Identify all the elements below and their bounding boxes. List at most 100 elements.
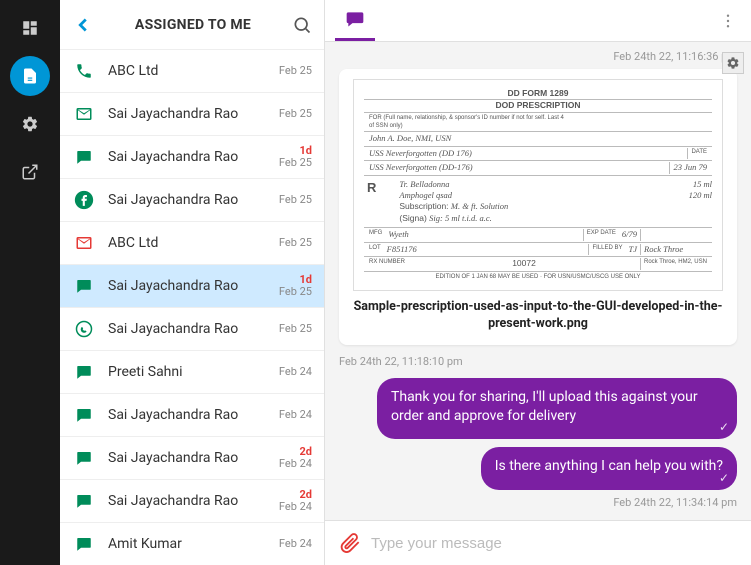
conversation-date: Feb 24 — [279, 458, 312, 470]
sms-icon — [72, 403, 96, 427]
conversation-list: ABC LtdFeb 25Sai Jayachandra RaoFeb 25Sa… — [60, 50, 324, 565]
conversation-item[interactable]: Amit KumarFeb 24 — [60, 523, 324, 565]
email-icon — [72, 231, 96, 255]
kebab-icon — [719, 12, 737, 30]
conversation-date: Feb 24 — [279, 501, 312, 513]
sms-icon — [72, 446, 96, 470]
conversation-date: Feb 25 — [279, 157, 312, 169]
conversation-date: Feb 25 — [279, 237, 312, 249]
chat-pane: Feb 24th 22, 11:16:36 pm DD FORM 1289 DO… — [325, 0, 751, 565]
conversation-item[interactable]: Sai Jayachandra Rao2dFeb 24 — [60, 480, 324, 523]
conversation-panel: ASSIGNED TO ME ABC LtdFeb 25Sai Jayachan… — [60, 0, 325, 565]
conversation-item[interactable]: Sai Jayachandra RaoFeb 24 — [60, 394, 324, 437]
search-button[interactable] — [288, 11, 316, 39]
back-button[interactable] — [68, 10, 98, 40]
conversation-meta: Feb 24 — [279, 538, 312, 550]
conversation-date: Feb 24 — [279, 538, 312, 550]
conversation-date: Feb 25 — [279, 65, 312, 77]
conversation-item[interactable]: Sai Jayachandra Rao1dFeb 25 — [60, 265, 324, 308]
conversation-meta: 1dFeb 25 — [279, 274, 312, 298]
conversation-date: Feb 25 — [279, 194, 312, 206]
attach-button[interactable] — [339, 532, 361, 554]
conversation-meta: Feb 25 — [279, 194, 312, 206]
conversation-name: Sai Jayachandra Rao — [108, 278, 279, 294]
conversation-date: Feb 25 — [279, 286, 312, 298]
conversation-date: Feb 25 — [279, 323, 312, 335]
chat-tab[interactable] — [335, 0, 375, 41]
search-icon — [292, 15, 312, 35]
panel-title: ASSIGNED TO ME — [98, 17, 288, 33]
grid-icon — [21, 19, 39, 37]
conversation-header: ASSIGNED TO ME — [60, 0, 324, 50]
conversation-item[interactable]: Sai Jayachandra RaoFeb 25 — [60, 179, 324, 222]
conversation-name: Sai Jayachandra Rao — [108, 450, 279, 466]
external-nav[interactable] — [10, 152, 50, 192]
chat-toolbar — [325, 0, 751, 42]
whatsapp-icon — [72, 317, 96, 341]
nav-rail — [0, 0, 60, 565]
chat-settings-button[interactable] — [722, 52, 744, 74]
conversation-name: Sai Jayachandra Rao — [108, 149, 279, 165]
chevron-left-icon — [72, 14, 94, 36]
message-bubble-out[interactable]: Thank you for sharing, I'll upload this … — [377, 378, 737, 440]
attachment-filename: Sample-prescription-used-as-input-to-the… — [353, 299, 723, 333]
gear-small-icon — [726, 56, 740, 70]
email-icon — [72, 102, 96, 126]
message-bubble-out[interactable]: Is there anything I can help you with? ✓ — [481, 447, 737, 490]
conversation-meta: Feb 25 — [279, 237, 312, 249]
timestamp: Feb 24th 22, 11:16:36 pm — [339, 50, 737, 63]
paperclip-icon — [339, 532, 361, 554]
conversation-meta: Feb 25 — [279, 108, 312, 120]
chat-more-button[interactable] — [715, 8, 741, 34]
conversation-name: Sai Jayachandra Rao — [108, 407, 279, 423]
conversation-meta: Feb 24 — [279, 409, 312, 421]
conversation-item[interactable]: ABC LtdFeb 25 — [60, 222, 324, 265]
attachment-card[interactable]: DD FORM 1289 DOD PRESCRIPTION FOR (Full … — [339, 69, 737, 345]
conversation-date: Feb 24 — [279, 409, 312, 421]
conversation-meta: 2dFeb 24 — [279, 446, 312, 470]
timestamp: Feb 24th 22, 11:18:10 pm — [339, 355, 737, 368]
conversation-meta: Feb 25 — [279, 323, 312, 335]
chat-body: Feb 24th 22, 11:16:36 pm DD FORM 1289 DO… — [325, 42, 751, 520]
conversation-meta: Feb 25 — [279, 65, 312, 77]
gear-icon — [21, 115, 39, 133]
sms-icon — [72, 274, 96, 298]
speech-icon — [345, 9, 365, 29]
conversation-item[interactable]: ABC LtdFeb 25 — [60, 50, 324, 93]
sms-icon — [72, 145, 96, 169]
phone-icon — [72, 59, 96, 83]
sms-icon — [72, 532, 96, 556]
sms-icon — [72, 360, 96, 384]
conversation-date: Feb 24 — [279, 366, 312, 378]
open-external-icon — [21, 163, 39, 181]
doc-icon — [21, 67, 39, 85]
conversation-meta: 1dFeb 25 — [279, 145, 312, 169]
doc-preview: DD FORM 1289 DOD PRESCRIPTION FOR (Full … — [353, 79, 723, 291]
inbox-nav[interactable] — [10, 56, 50, 96]
timestamp: Feb 24th 22, 11:34:14 pm — [339, 496, 737, 509]
composer — [325, 520, 751, 565]
conversation-date: Feb 25 — [279, 108, 312, 120]
message-text: Thank you for sharing, I'll upload this … — [391, 389, 698, 424]
check-icon: ✓ — [719, 419, 729, 435]
message-row: Thank you for sharing, I'll upload this … — [339, 378, 737, 440]
conversation-name: Amit Kumar — [108, 536, 279, 552]
sms-icon — [72, 489, 96, 513]
conversation-meta: Feb 24 — [279, 366, 312, 378]
message-text: Is there anything I can help you with? — [495, 458, 723, 474]
compose-input[interactable] — [371, 535, 737, 552]
conversation-name: ABC Ltd — [108, 63, 279, 79]
conversation-item[interactable]: Sai Jayachandra Rao1dFeb 25 — [60, 136, 324, 179]
conversation-item[interactable]: Sai Jayachandra Rao2dFeb 24 — [60, 437, 324, 480]
conversation-item[interactable]: Sai Jayachandra RaoFeb 25 — [60, 308, 324, 351]
dashboard-nav[interactable] — [10, 8, 50, 48]
facebook-icon — [72, 188, 96, 212]
conversation-name: Sai Jayachandra Rao — [108, 493, 279, 509]
conversation-item[interactable]: Sai Jayachandra RaoFeb 25 — [60, 93, 324, 136]
conversation-name: ABC Ltd — [108, 235, 279, 251]
check-icon: ✓ — [719, 470, 729, 486]
conversation-name: Sai Jayachandra Rao — [108, 321, 279, 337]
conversation-name: Sai Jayachandra Rao — [108, 192, 279, 208]
settings-nav[interactable] — [10, 104, 50, 144]
conversation-item[interactable]: Preeti SahniFeb 24 — [60, 351, 324, 394]
